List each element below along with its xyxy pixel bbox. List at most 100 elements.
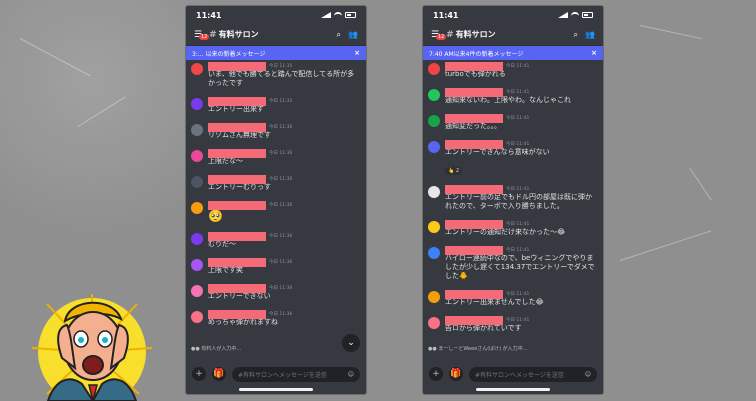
message-input[interactable]: #有料サロンへメッセージを送信 ☺ (469, 366, 597, 382)
avatar (428, 63, 440, 75)
menu-icon[interactable]: ☰ 12 (194, 30, 210, 40)
close-icon[interactable]: × (591, 49, 597, 57)
redacted-username (445, 245, 503, 255)
redacted-username (445, 61, 503, 71)
avatar (191, 285, 203, 297)
redacted-username (445, 219, 503, 229)
message-list: 今日 11:35 いま、他でも勝てると踏んで配信してる所が多かったです 今日 11… (186, 60, 366, 332)
redacted-username (208, 174, 266, 184)
shocked-man-illustration (31, 294, 153, 401)
avatar (428, 89, 440, 101)
channel-title[interactable]: # 有料サロン (209, 29, 259, 40)
menu-icon[interactable]: ☰ 12 (431, 30, 447, 40)
redacted-username (208, 257, 266, 267)
status-time: 11:41 (196, 10, 222, 20)
list-item: 今日 11:36 エントリーむりっす (191, 174, 361, 192)
redacted-username (208, 200, 266, 210)
list-item: 今日 11:41 エントリー出来ませんでした😂 (428, 289, 598, 307)
gift-icon[interactable]: 🎁 (212, 367, 226, 381)
redacted-username (208, 231, 266, 241)
avatar (428, 186, 440, 198)
members-icon[interactable]: 👥 (585, 30, 595, 39)
avatar (428, 291, 440, 303)
list-item: 今日 11:41 turboでも弾かれる (428, 61, 598, 79)
avatar (191, 98, 203, 110)
status-bar: 11:41 (186, 6, 366, 24)
reaction-chip[interactable]: 👆 2 (445, 167, 462, 175)
list-item: 今日 11:35 いま、他でも勝てると踏んで配信してる所が多かったです (191, 61, 361, 88)
avatar (428, 221, 440, 233)
notification-badge: 12 (199, 33, 210, 40)
status-icons (321, 12, 356, 18)
list-item: 今日 11:36 🥺 (191, 200, 361, 223)
avatar (191, 124, 203, 136)
redacted-username (445, 87, 503, 97)
avatar (191, 233, 203, 245)
typing-indicator: ●● 有料人が入力中... (191, 346, 242, 352)
avatar (191, 259, 203, 271)
redacted-username (208, 309, 266, 319)
list-item: 今日 11:36 リゾムさん無理です (191, 122, 361, 140)
new-messages-banner[interactable]: 3:... 以来の新着メッセージ × (186, 46, 366, 60)
redacted-username (208, 122, 266, 132)
redacted-username (445, 289, 503, 299)
status-time: 11:41 (433, 10, 459, 20)
message-composer: + 🎁 #有料サロンへメッセージを送信 ☺ (423, 363, 603, 385)
home-indicator (476, 388, 550, 391)
list-item: 今日 11:36 むりだ～ (191, 231, 361, 249)
notification-badge: 12 (436, 33, 447, 40)
phone-screen-left: 11:41 ☰ 12 # 有料サロン ⌕ 👥 3:... 以来の新着メッセージ × 今… (186, 6, 366, 394)
emoji-icon[interactable]: ☺ (585, 371, 591, 378)
avatar (428, 141, 440, 153)
message-composer: + 🎁 #有料サロンへメッセージを送信 ☺ (186, 363, 366, 385)
list-item: 今日 11:35 エントリー出来ず (191, 96, 361, 114)
avatar (428, 247, 440, 259)
emoji-icon[interactable]: ☺ (348, 371, 354, 378)
members-icon[interactable]: 👥 (348, 30, 358, 39)
redacted-username (208, 283, 266, 293)
add-icon[interactable]: + (192, 367, 206, 381)
search-icon[interactable]: ⌕ (337, 30, 341, 40)
list-item: 今日 11:41 通知変だった。。。 (428, 113, 598, 131)
redacted-username (445, 184, 503, 194)
channel-header: ☰ 12 # 有料サロン ⌕ 👥 (186, 24, 366, 46)
list-item: 今日 11:41 通知来ないわ。上限やわ。なんじゃこれ (428, 87, 598, 105)
avatar (191, 63, 203, 75)
list-item: 今日 11:41 エントリーできんなら意味がない 👆 2 (428, 139, 598, 176)
typing-indicator: ●● まーしーとWeeeさん(ばけ) が入力中... (428, 346, 528, 352)
message-list: 今日 11:41 turboでも弾かれる 今日 11:41 通知来ないわ。上限やわ。… (423, 60, 603, 332)
list-item: 今日 11:36 めっちゃ弾かれますね (191, 309, 361, 327)
list-item: 今日 11:36 上限です笑 (191, 257, 361, 275)
redacted-username (208, 61, 266, 71)
gift-icon[interactable]: 🎁 (449, 367, 463, 381)
avatar (428, 317, 440, 329)
channel-header: ☰ 12 # 有料サロン ⌕ 👥 (423, 24, 603, 46)
redacted-username (208, 96, 266, 106)
home-indicator (239, 388, 313, 391)
avatar (191, 202, 203, 214)
new-messages-banner[interactable]: 7:40 AM以来4件の新着メッセージ × (423, 46, 603, 60)
list-item: 今日 11:41 エントリー前の足でもドル円の部屋は既に弾かれたので、ターボで入り… (428, 184, 598, 211)
phone-screen-right: 11:41 ☰ 12 # 有料サロン ⌕ 👥 7:40 AM以来4件の新着メッセージ… (423, 6, 603, 394)
avatar (191, 176, 203, 188)
redacted-username (445, 113, 503, 123)
message-input[interactable]: #有料サロンへメッセージを送信 ☺ (232, 366, 360, 382)
mouth-shape (82, 355, 104, 375)
redacted-username (445, 139, 503, 149)
list-item: 今日 11:36 エントリーできない (191, 283, 361, 301)
scroll-down-button[interactable]: ⌄ (342, 334, 360, 352)
channel-title[interactable]: # 有料サロン (446, 29, 496, 40)
list-item: 今日 11:36 上限だな～ (191, 148, 361, 166)
redacted-username (445, 315, 503, 325)
list-item: 今日 11:41 告ロから弾かれていです (428, 315, 598, 332)
avatar (191, 311, 203, 323)
status-bar: 11:41 (423, 6, 603, 24)
add-icon[interactable]: + (429, 367, 443, 381)
redacted-username (208, 148, 266, 158)
status-icons (558, 12, 593, 18)
search-icon[interactable]: ⌕ (574, 30, 578, 40)
list-item: 今日 11:41 ハイロー連続中なので、beウィニングでやりましたが少し遅くて13… (428, 245, 598, 281)
list-item: 今日 11:41 エントリーの通知だけ来なかった～😂 (428, 219, 598, 237)
avatar (428, 115, 440, 127)
close-icon[interactable]: × (354, 49, 360, 57)
